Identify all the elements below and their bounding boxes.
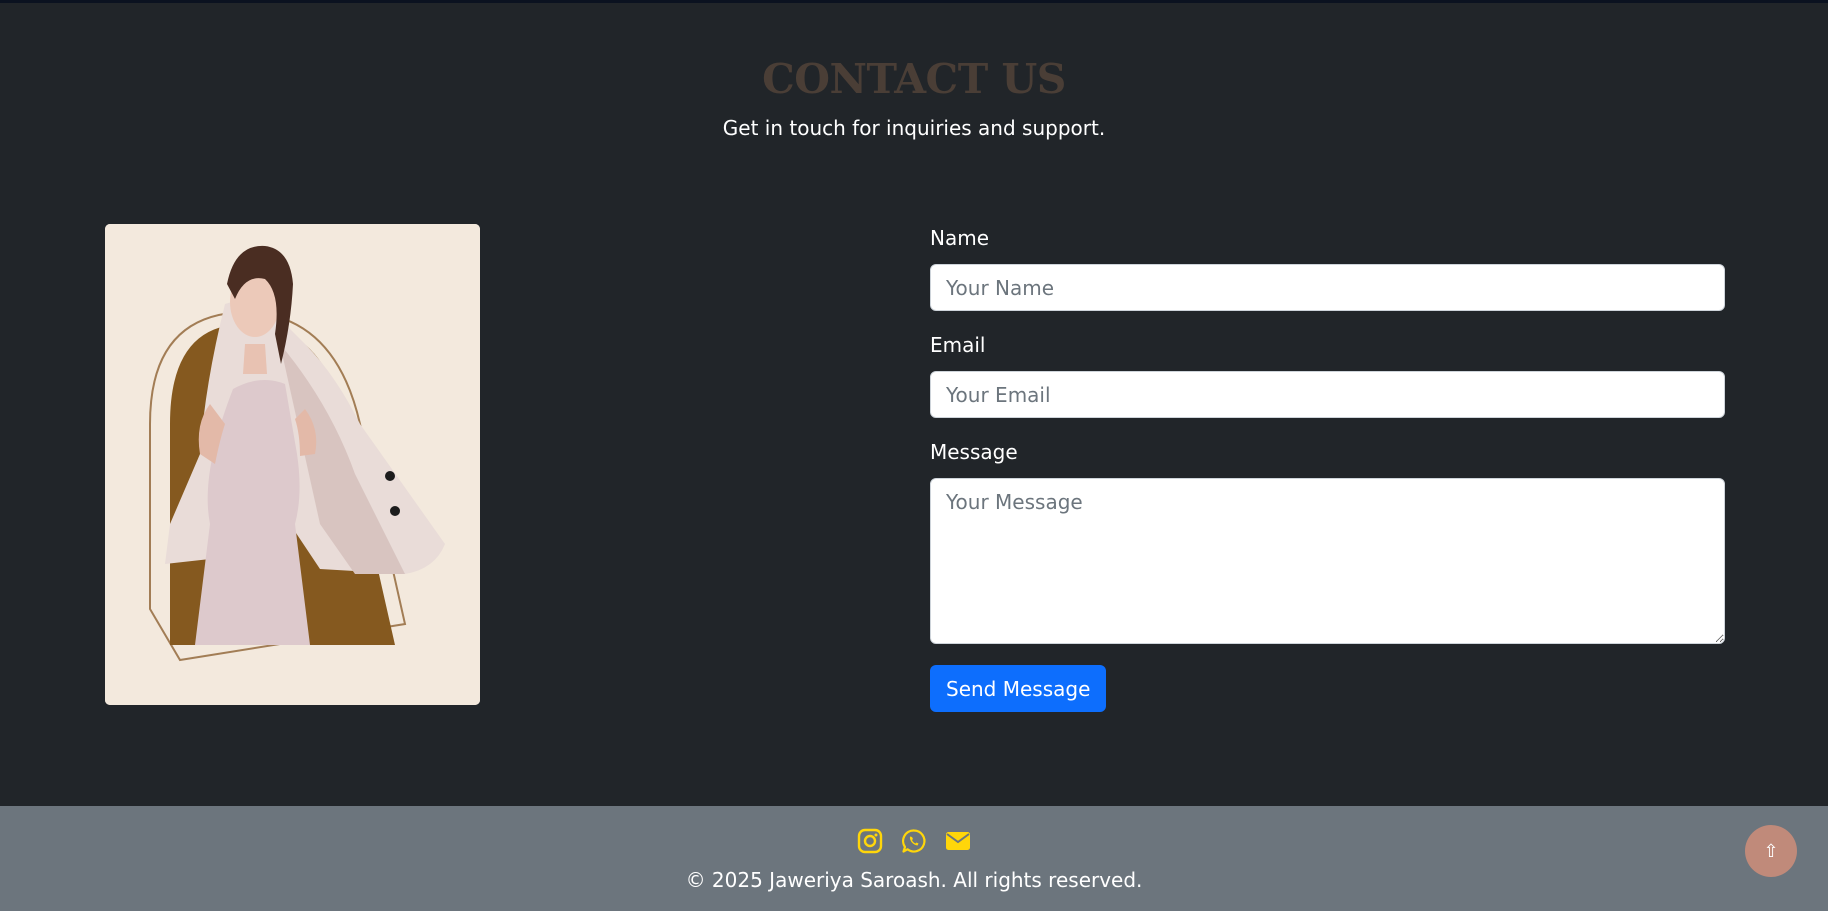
message-label: Message — [930, 440, 1018, 464]
social-links — [0, 828, 1828, 854]
message-textarea[interactable] — [930, 478, 1725, 644]
email-input[interactable] — [930, 371, 1725, 418]
contact-section: CONTACT US Get in touch for inquiries an… — [0, 0, 1828, 806]
name-input[interactable] — [930, 264, 1725, 311]
send-message-button[interactable]: Send Message — [930, 665, 1107, 712]
arrow-up-icon: ⇧ — [1763, 840, 1779, 862]
email-label: Email — [930, 333, 986, 357]
contact-image — [105, 224, 480, 705]
copyright-text: © 2025 Jaweriya Saroash. All rights rese… — [685, 868, 1143, 892]
whatsapp-icon[interactable] — [901, 828, 927, 854]
footer: © 2025 Jaweriya Saroash. All rights rese… — [0, 806, 1828, 911]
fashion-model-illustration — [105, 224, 480, 705]
back-to-top-button[interactable]: ⇧ — [1745, 825, 1797, 877]
instagram-icon[interactable] — [857, 828, 883, 854]
page-subtitle: Get in touch for inquiries and support. — [722, 116, 1106, 140]
envelope-icon[interactable] — [945, 828, 971, 854]
name-label: Name — [930, 226, 990, 250]
page-title: CONTACT US — [762, 55, 1066, 103]
